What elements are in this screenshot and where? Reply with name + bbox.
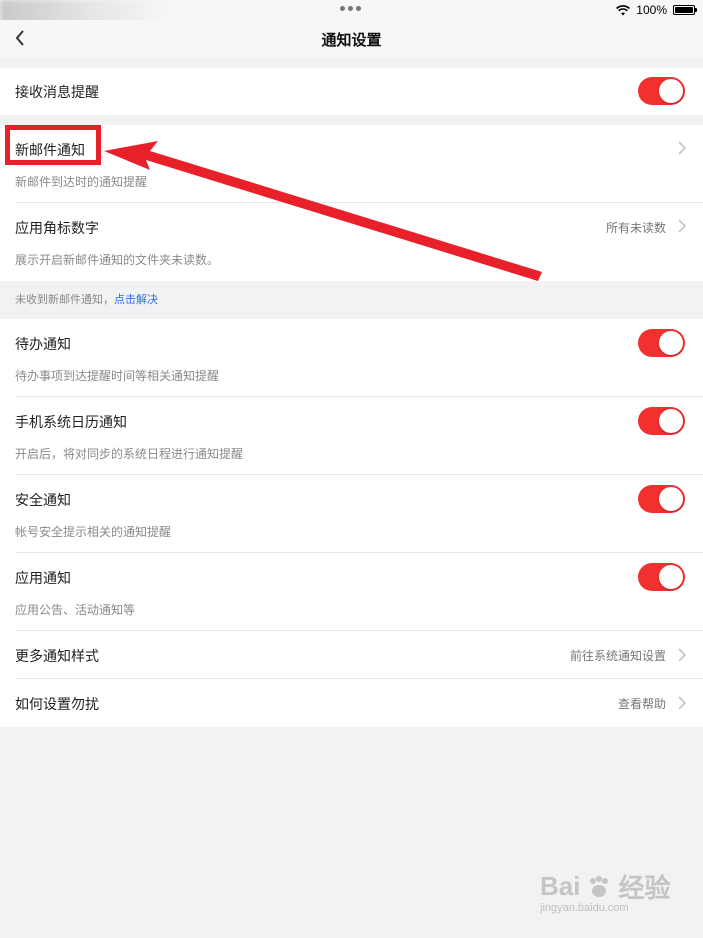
status-bar: 100% xyxy=(0,0,703,38)
row-badge-number[interactable]: 应用角标数字 展示开启新邮件通知的文件夹未读数。 所有未读数 xyxy=(0,203,703,281)
chevron-right-icon xyxy=(678,219,687,233)
row-app-notice: 应用通知 应用公告、活动通知等 xyxy=(0,553,703,631)
annotation-highlight-box xyxy=(5,125,101,165)
status-right: 100% xyxy=(616,2,697,18)
row-title: 手机系统日历通知 xyxy=(15,415,127,431)
paw-icon xyxy=(590,875,609,897)
todo-toggle[interactable] xyxy=(638,329,685,357)
watermark-brand-text: Bai xyxy=(540,871,581,901)
row-title: 如何设置勿扰 xyxy=(15,697,99,713)
row-receive-messages: 接收消息提醒 xyxy=(0,68,703,115)
row-value: 前往系统通知设置 xyxy=(569,649,666,663)
no-notification-tip: 未收到新邮件通知，点击解决 xyxy=(15,291,158,307)
chevron-right-icon xyxy=(678,696,687,710)
row-value: 查看帮助 xyxy=(617,697,666,711)
tip-text: 未收到新邮件通知， xyxy=(15,293,114,306)
row-subtitle: 应用公告、活动通知等 xyxy=(15,603,136,617)
row-title: 安全通知 xyxy=(15,493,71,509)
row-subtitle: 帐号安全提示相关的通知提醒 xyxy=(15,525,172,539)
row-more-styles[interactable]: 更多通知样式 前往系统通知设置 xyxy=(0,631,703,679)
row-calendar: 手机系统日历通知 开启后，将对同步的系统日程进行通知提醒 xyxy=(0,397,703,475)
row-new-mail[interactable]: 新邮件通知 新邮件到达时的通知提醒 xyxy=(0,125,703,203)
watermark-brand-cn: 经验 xyxy=(618,873,671,903)
watermark-brand: Bai 经验 xyxy=(540,868,670,905)
row-subtitle: 新邮件到达时的通知提醒 xyxy=(15,175,148,189)
battery-percent: 100% xyxy=(636,3,667,17)
row-title: 应用角标数字 xyxy=(15,221,99,237)
row-subtitle: 待办事项到达提醒时间等相关通知提醒 xyxy=(15,369,220,383)
row-title: 应用通知 xyxy=(15,571,71,587)
security-toggle[interactable] xyxy=(638,485,685,513)
group-receive: 接收消息提醒 xyxy=(0,68,703,115)
page-title: 通知设置 xyxy=(321,31,382,49)
wifi-icon xyxy=(616,4,631,15)
row-title: 待办通知 xyxy=(15,337,71,353)
app-notice-toggle[interactable] xyxy=(638,563,685,591)
group-other-notifications: 待办通知 待办事项到达提醒时间等相关通知提醒 手机系统日历通知 开启后，将对同步… xyxy=(0,319,703,727)
fix-link[interactable]: 点击解决 xyxy=(114,293,158,306)
group-mail: 新邮件通知 新邮件到达时的通知提醒 应用角标数字 展示开启新邮件通知的文件夹未读… xyxy=(0,125,703,281)
watermark-url: jingyan.baidu.com xyxy=(540,902,629,914)
row-title: 接收消息提醒 xyxy=(15,85,99,101)
row-subtitle: 开启后，将对同步的系统日程进行通知提醒 xyxy=(15,447,244,461)
row-title: 更多通知样式 xyxy=(15,649,99,665)
baidu-watermark: Bai 经验 jingyan.baidu.com xyxy=(540,868,680,928)
row-todo: 待办通知 待办事项到达提醒时间等相关通知提醒 xyxy=(0,319,703,397)
calendar-toggle[interactable] xyxy=(638,407,685,435)
chevron-right-icon xyxy=(678,648,687,662)
row-dnd[interactable]: 如何设置勿扰 查看帮助 xyxy=(0,679,703,727)
chevron-right-icon xyxy=(678,141,687,155)
nav-bar: 通知设置 xyxy=(0,20,703,58)
multitasking-dots[interactable] xyxy=(340,6,361,11)
receive-messages-toggle[interactable] xyxy=(638,77,685,105)
row-security: 安全通知 帐号安全提示相关的通知提醒 xyxy=(0,475,703,553)
row-subtitle: 展示开启新邮件通知的文件夹未读数。 xyxy=(15,253,220,267)
row-value: 所有未读数 xyxy=(605,221,666,235)
battery-icon xyxy=(673,5,697,15)
